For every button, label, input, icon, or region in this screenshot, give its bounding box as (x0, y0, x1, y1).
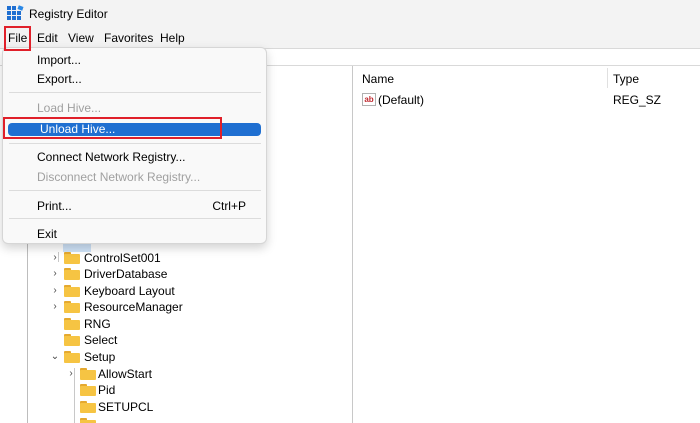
column-separator[interactable] (607, 68, 608, 88)
tree-item-label: Setup (84, 350, 116, 364)
menu-item-exit[interactable]: Exit (37, 227, 57, 241)
folder-icon (80, 401, 96, 413)
menu-item-disconnect-network-registry: Disconnect Network Registry... (37, 170, 201, 184)
folder-icon (64, 334, 80, 346)
tree-item[interactable]: ⌄ Setup (50, 349, 350, 365)
folder-icon (80, 384, 96, 396)
chevron-right-icon[interactable]: › (50, 266, 60, 282)
menu-item-export[interactable]: Export... (37, 72, 82, 86)
tree-item[interactable]: › ResourceManager (50, 299, 350, 315)
tree-item-label: DriverDatabase (84, 267, 168, 281)
tree-item[interactable]: › ControlSet001 (50, 250, 350, 266)
file-menu-dropdown: Import... Export... Load Hive... Unload … (2, 47, 267, 244)
chevron-right-icon[interactable]: › (50, 283, 60, 299)
folder-icon (64, 252, 80, 264)
menu-view[interactable]: View (68, 31, 94, 45)
folder-open-icon (64, 351, 80, 363)
tree-item[interactable]: SETUPCL (66, 399, 346, 415)
tree-item-label: SETUPCL (98, 400, 154, 414)
menu-help[interactable]: Help (160, 31, 185, 45)
menu-item-connect-network-registry[interactable]: Connect Network Registry... (37, 150, 186, 164)
registry-editor-icon (7, 5, 24, 22)
folder-icon (80, 418, 96, 423)
tree-item[interactable]: › AllowStart (66, 366, 346, 382)
chevron-right-icon[interactable]: › (66, 366, 76, 382)
unload-hive-highlight-box (3, 117, 222, 139)
menu-favorites[interactable]: Favorites (104, 31, 153, 45)
tree-item[interactable]: Select (50, 332, 350, 348)
tree-item[interactable]: RNG (50, 316, 350, 332)
tree-item-label: RNG (84, 317, 111, 331)
menu-item-print[interactable]: Print... (37, 199, 72, 213)
tree-item-label: Pid (98, 383, 116, 397)
menu-separator (9, 218, 261, 219)
menu-edit[interactable]: Edit (37, 31, 58, 45)
folder-icon (64, 318, 80, 330)
print-shortcut: Ctrl+P (212, 199, 246, 213)
value-row[interactable]: ab (Default) REG_SZ (362, 93, 692, 109)
menu-separator (9, 190, 261, 191)
column-header-type[interactable]: Type (613, 66, 639, 90)
folder-icon (64, 268, 80, 280)
tree-item[interactable]: Pid (66, 382, 346, 398)
menu-separator (9, 143, 261, 144)
chevron-down-icon[interactable]: ⌄ (50, 349, 60, 365)
tree-item-label: AllowStart (98, 367, 153, 381)
tree-item[interactable]: › DriverDatabase (50, 266, 350, 282)
title-bar: Registry Editor (0, 0, 700, 28)
folder-icon (64, 285, 80, 297)
value-type: REG_SZ (613, 93, 662, 107)
folder-icon (64, 301, 80, 313)
tree-item-partial (80, 416, 120, 423)
tree-item-label: Select (84, 333, 118, 347)
chevron-right-icon[interactable]: › (50, 250, 60, 266)
values-pane[interactable]: Name Type ab (Default) REG_SZ (353, 66, 700, 423)
tree-item-label: Keyboard Layout (84, 284, 175, 298)
menu-item-load-hive: Load Hive... (37, 101, 102, 115)
value-name: (Default) (378, 93, 425, 107)
folder-icon (80, 368, 96, 380)
chevron-right-icon[interactable]: › (50, 299, 60, 315)
file-menu-highlight-box (4, 26, 31, 51)
menu-item-import[interactable]: Import... (37, 53, 81, 67)
tree-item-label: ResourceManager (84, 300, 183, 314)
menu-separator (9, 92, 261, 93)
string-value-icon: ab (362, 93, 376, 106)
tree-item-label: ControlSet001 (84, 251, 161, 265)
menu-bar: File Edit View Favorites Help (0, 28, 700, 48)
window-title: Registry Editor (29, 7, 108, 21)
tree-item[interactable]: › Keyboard Layout (50, 283, 350, 299)
column-header-name[interactable]: Name (362, 66, 394, 90)
